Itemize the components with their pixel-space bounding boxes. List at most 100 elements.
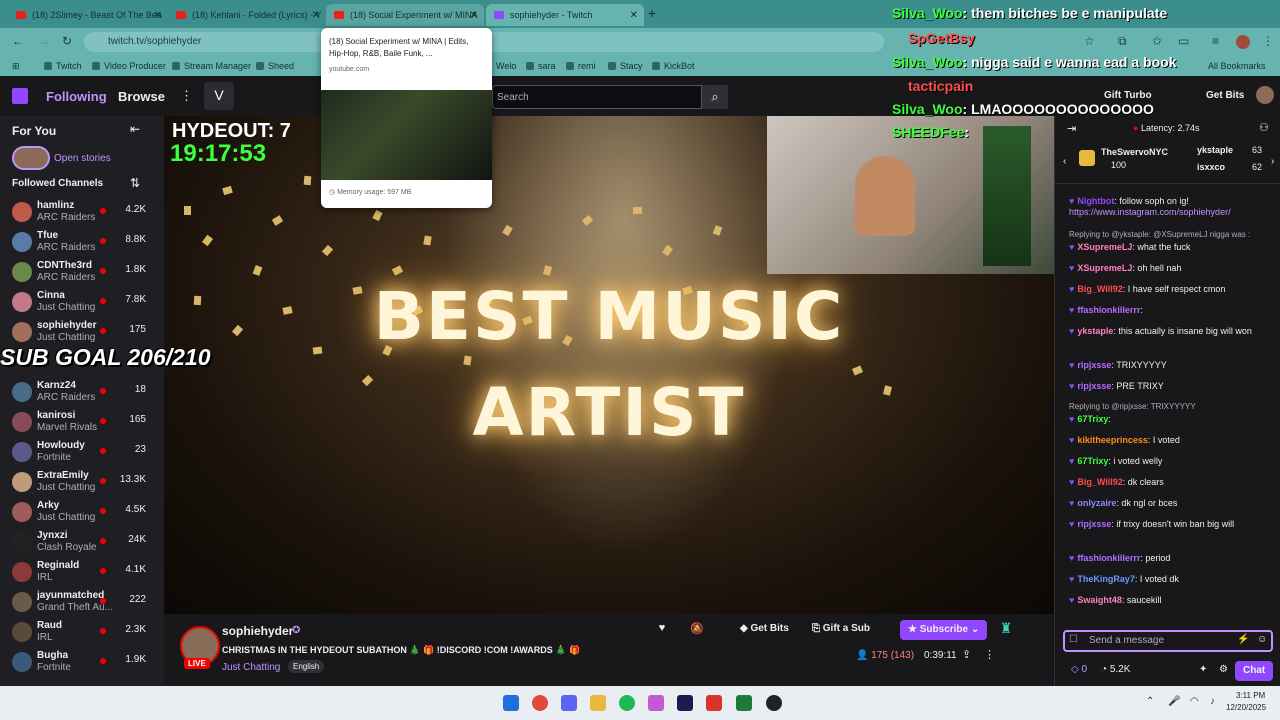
bits-icon[interactable]: ⚡ [1237, 634, 1249, 645]
browser-tab[interactable]: (18) 2Slimey - Beast Of The Bea ✕ [8, 4, 168, 26]
sidebar-channel-cdnthe3rd[interactable]: CDNThe3rd ARC Raiders 1.8K [0, 256, 164, 286]
twitch-logo-icon[interactable] [12, 88, 28, 104]
share-icon[interactable]: ⇪ [962, 648, 971, 661]
chat-username[interactable]: Nightbot [1077, 196, 1114, 206]
tray-chevron-icon[interactable]: ⌃ [1146, 696, 1154, 707]
sidebar-channel-hamlinz[interactable]: hamlinz ARC Raiders 4.2K [0, 196, 164, 226]
chat-message[interactable]: ♥ ripjxsse: PRE TRIXY [1069, 381, 1279, 392]
sidebar-channel-cinna[interactable]: Cinna Just Chatting 7.8K [0, 286, 164, 316]
more-options-icon[interactable]: ⋮ [984, 648, 995, 661]
bookmark-item[interactable]: KickBot [652, 61, 695, 71]
video-player[interactable]: BEST MUSIC ARTIST HYDEOUT: 7 19:17:53 [164, 116, 1054, 614]
bookmark-item[interactable]: remi [566, 61, 596, 71]
bookmark-icon[interactable]: ✩ [1152, 34, 1162, 48]
sidebar-channel-karnz24[interactable]: Karnz24 ARC Raiders 18 [0, 376, 164, 406]
subscribe-button[interactable]: ★ Subscribe ⌄ [900, 620, 988, 640]
expand-chat-icon[interactable]: ⇥ [1067, 122, 1076, 135]
all-bookmarks[interactable]: All Bookmarks [1208, 61, 1266, 71]
reload-icon[interactable]: ↻ [62, 34, 72, 48]
premiere-icon[interactable] [677, 695, 693, 711]
chat-message[interactable]: ♥ Big_Will92: dk clears [1069, 477, 1279, 488]
chevron-right-icon[interactable]: › [1271, 156, 1274, 167]
bookmark-item[interactable]: Stream Manager [172, 61, 251, 71]
chat-message[interactable]: ♥ ripjxsse: TRIXYYYYY [1069, 360, 1279, 371]
hype-train-icon[interactable]: ♜ [994, 620, 1018, 642]
chrome-icon[interactable] [532, 695, 548, 711]
chat-username[interactable]: ripjxsse [1077, 381, 1111, 391]
sort-icon[interactable]: ⇅ [130, 176, 140, 190]
chat-username[interactable]: ffashionkillerrr [1077, 305, 1140, 315]
collapse-sidebar-icon[interactable]: ⇤ [130, 122, 140, 136]
chat-username[interactable]: XSupremeLJ [1077, 263, 1132, 273]
nav-browse[interactable]: Browse [118, 89, 165, 104]
volume-icon[interactable]: ♪ [1210, 696, 1215, 707]
open-stories-link[interactable]: Open stories [54, 153, 111, 164]
gift-sub-button[interactable]: ⎘ Gift a Sub [812, 623, 870, 634]
chat-message[interactable]: ♥ XSupremeLJ: what the fuck [1069, 242, 1279, 253]
kebab-menu-icon[interactable]: ⋮ [1262, 34, 1274, 48]
channel-name[interactable]: sophiehyder [222, 624, 293, 638]
chat-message[interactable]: ♥ Big_Will92: I have self respect cmon [1069, 284, 1279, 295]
app-icon[interactable] [736, 695, 752, 711]
back-icon[interactable]: ← [12, 34, 24, 48]
new-tab-button[interactable]: + [648, 5, 656, 21]
chat-username[interactable]: XSupremeLJ [1077, 242, 1132, 252]
nav-following[interactable]: Following [46, 89, 107, 104]
sidebar-channel-extraemily[interactable]: ExtraEmily Just Chatting 13.3K [0, 466, 164, 496]
emote-icon[interactable]: ☺ [1257, 634, 1267, 645]
bookmark-item[interactable]: Welo [496, 61, 516, 71]
sidebar-channel-bugha[interactable]: Bugha Fortnite 1.9K [0, 646, 164, 676]
chat-username[interactable]: ripjxsse [1077, 519, 1111, 529]
chat-message[interactable]: ♥ onlyzaire: dk ngl or bces [1069, 498, 1279, 509]
chat-username[interactable]: Swaight48 [1077, 595, 1122, 605]
notification-icon[interactable]: 🔕 [690, 622, 704, 635]
browser-tab[interactable]: (18) Kehlani - Folded (Lyrics) - Y ✕ [168, 4, 326, 26]
get-bits-button[interactable]: ◆ Get Bits [740, 623, 789, 634]
user-avatar[interactable] [1256, 86, 1274, 104]
spotify-icon[interactable] [619, 695, 635, 711]
star-icon[interactable]: ☆ [1084, 34, 1095, 48]
chat-message[interactable]: ♥ 67Trixy: i voted welly [1069, 456, 1279, 467]
browser-tab-hovered[interactable]: (18) Social Experiment w/ MINA ✕ [326, 4, 484, 26]
channel-points[interactable]: ◔ 5.2K [1101, 664, 1130, 675]
sidebar-channel-howloudy[interactable]: Howloudy Fortnite 23 [0, 436, 164, 466]
app-icon[interactable] [648, 695, 664, 711]
clock-date[interactable]: 12/20/2025 [1226, 703, 1266, 712]
app-icon[interactable] [706, 695, 722, 711]
start-icon[interactable] [503, 695, 519, 711]
bookmark-item[interactable]: Twitch [44, 61, 82, 71]
chat-message[interactable]: ♥ XSupremeLJ: oh hell nah [1069, 263, 1279, 274]
stories-avatar[interactable] [12, 146, 50, 170]
chat-message[interactable]: ♥ Swaight48: saucekill [1069, 595, 1279, 606]
sidebar-channel-arky[interactable]: Arky Just Chatting 4.5K [0, 496, 164, 526]
chat-username[interactable]: onlyzaire [1077, 498, 1116, 508]
obs-icon[interactable] [766, 695, 782, 711]
chat-username[interactable]: kikitheeprincess [1077, 435, 1148, 445]
settings-icon[interactable]: ⚙ [1219, 664, 1228, 675]
discord-icon[interactable] [561, 695, 577, 711]
chat-link[interactable]: https://www.instagram.com/sophiehyder/ [1069, 207, 1279, 218]
bookmark-item[interactable]: Stacy [608, 61, 643, 71]
chat-message[interactable]: ♥ TheKingRay7: I voted dk [1069, 574, 1279, 585]
wifi-icon[interactable]: ◠ [1190, 696, 1199, 707]
sidebar-channel-raud[interactable]: Raud IRL 2.3K [0, 616, 164, 646]
close-icon[interactable]: ✕ [312, 10, 320, 21]
sidebar-channel-tfue[interactable]: Tfue ARC Raiders 8.8K [0, 226, 164, 256]
apps-icon[interactable]: ⊞ [12, 61, 20, 72]
extension-icon[interactable]: V [204, 82, 234, 110]
chat-badge-icon[interactable]: ☐ [1069, 634, 1078, 645]
clock-time[interactable]: 3:11 PM [1236, 691, 1265, 700]
chat-message[interactable]: ♥ Nightbot: follow soph on ig! https://www… [1069, 196, 1279, 218]
gift-turbo-button[interactable]: Gift Turbo [1104, 90, 1152, 101]
chat-username[interactable]: TheKingRay7 [1077, 574, 1135, 584]
more-icon[interactable]: ⋮ [180, 88, 193, 104]
bookmark-item[interactable]: Sheed [256, 61, 294, 71]
chat-message[interactable]: ♥ ffashionkillerrr: [1069, 305, 1279, 316]
hype-icon[interactable]: ✦ [1199, 664, 1207, 675]
bookmark-item[interactable]: Video Producer [92, 61, 166, 71]
close-icon[interactable]: ✕ [630, 10, 638, 21]
category-link[interactable]: Just Chatting [222, 662, 280, 673]
search-input[interactable]: Search [492, 85, 702, 109]
sidepanel-icon[interactable]: ▭ [1178, 34, 1189, 48]
chat-message[interactable]: ♥ kikitheeprincess: I voted [1069, 435, 1279, 446]
